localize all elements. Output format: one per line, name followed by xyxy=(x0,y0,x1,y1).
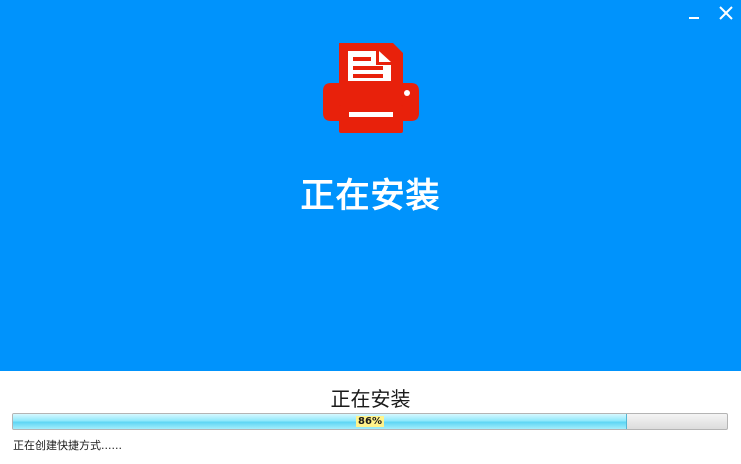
progress-bar: 86% xyxy=(12,413,728,430)
status-detail: 正在创建快捷方式...... xyxy=(13,439,122,452)
close-button[interactable] xyxy=(712,0,740,26)
close-icon xyxy=(719,6,733,20)
printer-icon xyxy=(323,43,419,133)
minimize-icon xyxy=(689,17,699,19)
installer-window: 正在安装 正在安装 86% 正在创建快捷方式...... xyxy=(0,0,741,464)
header-panel: 正在安装 xyxy=(0,0,741,371)
progress-label: 86% xyxy=(356,416,384,427)
minimize-button[interactable] xyxy=(680,0,708,26)
status-title: 正在安装 xyxy=(330,387,411,411)
hero-title: 正在安装 xyxy=(300,176,441,216)
